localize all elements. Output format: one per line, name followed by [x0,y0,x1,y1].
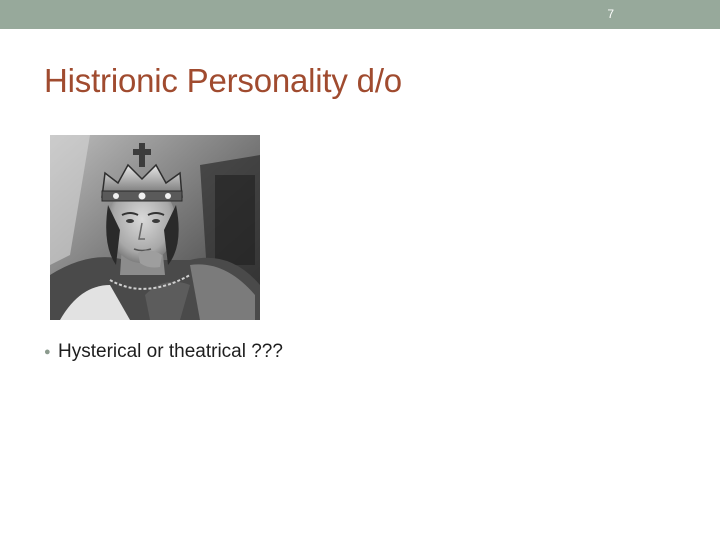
slide-title: Histrionic Personality d/o [44,62,402,99]
top-bar: 7 [0,0,720,29]
bullet-text: Hysterical or theatrical ??? [58,341,283,362]
bullet-item: ● Hysterical or theatrical ??? [44,341,283,363]
slide: 7 Histrionic Personality d/o ● Hysterica… [0,0,720,540]
bullet-dot-icon: ● [44,346,51,358]
crowned-man-photo [50,135,260,320]
photo-illustration [50,135,260,320]
bullet-list: ● Hysterical or theatrical ??? [44,341,283,363]
slide-number: 7 [607,7,614,21]
